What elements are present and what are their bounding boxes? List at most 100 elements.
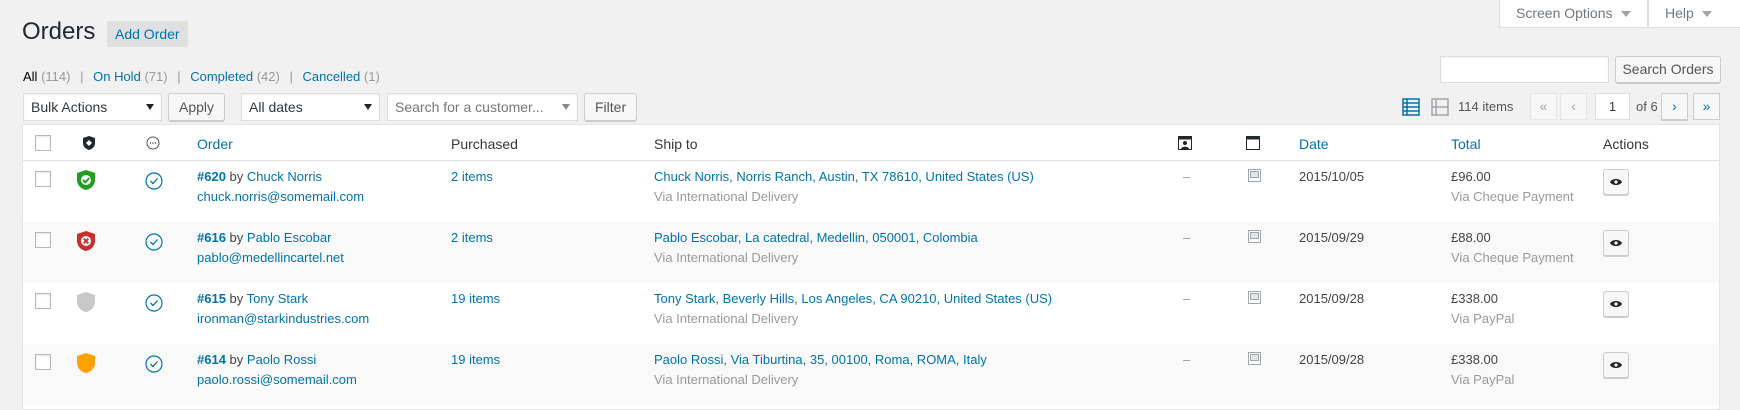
view-on-hold-link[interactable]: On Hold: [93, 69, 141, 84]
bulk-actions-select[interactable]: Bulk Actions: [23, 93, 162, 121]
order-date: 2015/09/28: [1299, 352, 1365, 367]
order-notes-icon[interactable]: [1248, 352, 1261, 365]
row-checkbox[interactable]: [35, 354, 51, 370]
column-purchased: Purchased: [451, 136, 518, 152]
customer-search-placeholder: Search for a customer...: [395, 99, 544, 115]
order-number-link[interactable]: #616: [197, 230, 226, 245]
customer-name-link[interactable]: Pablo Escobar: [247, 230, 332, 245]
customer-search-select[interactable]: Search for a customer...: [387, 93, 578, 121]
customer-message: –: [1183, 169, 1191, 184]
chevron-down-icon: [146, 104, 154, 110]
eye-icon: [1610, 240, 1622, 246]
ship-to-address-link[interactable]: Tony Stark, Beverly Hills, Los Angeles, …: [654, 289, 1052, 309]
chevron-down-icon: [562, 104, 570, 110]
first-page-button[interactable]: «: [1530, 93, 1557, 120]
view-on-hold-count: (71): [144, 69, 168, 84]
view-all-link[interactable]: All: [23, 69, 37, 84]
completed-check-icon: [145, 294, 163, 312]
customer-email-link[interactable]: pablo@medellincartel.net: [197, 248, 344, 268]
chevron-down-icon: [364, 104, 372, 110]
order-by-label: by: [229, 230, 244, 245]
view-completed-link[interactable]: Completed: [190, 69, 253, 84]
order-date: 2015/10/05: [1299, 169, 1365, 184]
shipping-method: Via International Delivery: [654, 311, 799, 326]
eye-icon: [1610, 362, 1622, 368]
customer-email-link[interactable]: chuck.norris@somemail.com: [197, 187, 364, 207]
next-page-button[interactable]: ›: [1661, 93, 1688, 120]
help-tab[interactable]: Help: [1648, 0, 1740, 28]
screen-options-label: Screen Options: [1516, 5, 1613, 21]
completed-check-icon: [145, 233, 163, 251]
shield-icon[interactable]: [82, 135, 96, 151]
column-actions: Actions: [1603, 136, 1649, 152]
current-page-input[interactable]: 1: [1595, 93, 1630, 120]
view-completed-count: (42): [256, 69, 280, 84]
date-filter-value: All dates: [249, 99, 303, 115]
search-input[interactable]: [1440, 56, 1609, 83]
order-total: £96.00: [1451, 169, 1491, 184]
shipping-method: Via International Delivery: [654, 189, 799, 204]
screen-options-tab[interactable]: Screen Options: [1499, 0, 1648, 28]
customer-name-link[interactable]: Chuck Norris: [247, 169, 322, 184]
payment-method: Via PayPal: [1451, 372, 1515, 387]
purchased-items-link[interactable]: 19 items: [451, 289, 500, 309]
row-checkbox[interactable]: [35, 171, 51, 187]
row-checkbox[interactable]: [35, 232, 51, 248]
window-icon: [1246, 136, 1260, 150]
view-separator: |: [289, 69, 293, 84]
add-order-button[interactable]: Add Order: [107, 21, 188, 47]
last-page-button[interactable]: »: [1693, 93, 1720, 120]
view-order-button[interactable]: [1603, 352, 1629, 378]
purchased-items-link[interactable]: 19 items: [451, 350, 500, 370]
ship-to-address-link[interactable]: Pablo Escobar, La catedral, Medellin, 05…: [654, 228, 978, 248]
apply-button[interactable]: Apply: [168, 93, 226, 121]
view-cancelled-link[interactable]: Cancelled: [302, 69, 360, 84]
order-number-link[interactable]: #620: [197, 169, 226, 184]
items-count: 114 items: [1458, 99, 1514, 114]
order-notes-icon[interactable]: [1248, 230, 1261, 243]
status-views: All (114) | On Hold (71) | Completed (42…: [23, 69, 380, 84]
view-order-button[interactable]: [1603, 169, 1629, 195]
row-checkbox[interactable]: [35, 293, 51, 309]
customer-message: –: [1183, 230, 1191, 245]
status-shield-icon: [77, 170, 95, 190]
circle-icon[interactable]: [146, 136, 160, 150]
column-order[interactable]: Order: [197, 136, 233, 152]
orders-table: Order Purchased Ship to Date Total Actio…: [22, 124, 1720, 410]
status-shield-icon: [77, 231, 95, 251]
chevron-down-icon: [1701, 11, 1712, 18]
view-order-button[interactable]: [1603, 291, 1629, 317]
help-label: Help: [1665, 5, 1694, 21]
excerpt-view-icon[interactable]: [1431, 98, 1449, 116]
column-date[interactable]: Date: [1299, 136, 1329, 152]
customer-name-link[interactable]: Paolo Rossi: [247, 352, 316, 367]
customer-email-link[interactable]: ironman@starkindustries.com: [197, 309, 369, 329]
select-all-checkbox[interactable]: [35, 135, 51, 151]
table-header: Order Purchased Ship to Date Total Actio…: [23, 125, 1719, 161]
view-cancelled-count: (1): [363, 69, 380, 84]
view-separator: |: [80, 69, 84, 84]
total-pages-label: of 6: [1636, 99, 1658, 114]
ship-to-address-link[interactable]: Paolo Rossi, Via Tiburtina, 35, 00100, R…: [654, 350, 987, 370]
ship-to-address-link[interactable]: Chuck Norris, Norris Ranch, Austin, TX 7…: [654, 167, 1034, 187]
order-notes-icon[interactable]: [1248, 169, 1261, 182]
column-total[interactable]: Total: [1451, 136, 1481, 152]
customer-email-link[interactable]: paolo.rossi@somemail.com: [197, 370, 357, 390]
list-view-icon[interactable]: [1402, 98, 1420, 116]
filter-button[interactable]: Filter: [584, 93, 638, 121]
purchased-items-link[interactable]: 2 items: [451, 228, 493, 248]
search-orders-button[interactable]: Search Orders: [1615, 56, 1721, 83]
date-filter-select[interactable]: All dates: [241, 93, 380, 121]
order-number-link[interactable]: #615: [197, 291, 226, 306]
customer-name-link[interactable]: Tony Stark: [247, 291, 308, 306]
order-number-link[interactable]: #614: [197, 352, 226, 367]
payment-method: Via PayPal: [1451, 311, 1515, 326]
view-order-button[interactable]: [1603, 230, 1629, 256]
order-notes-icon[interactable]: [1248, 291, 1261, 304]
order-total: £338.00: [1451, 352, 1498, 367]
order-by-label: by: [229, 169, 244, 184]
purchased-items-link[interactable]: 2 items: [451, 167, 493, 187]
prev-page-button[interactable]: ‹: [1560, 93, 1587, 120]
bulk-actions-value: Bulk Actions: [31, 99, 108, 115]
completed-check-icon: [145, 172, 163, 190]
